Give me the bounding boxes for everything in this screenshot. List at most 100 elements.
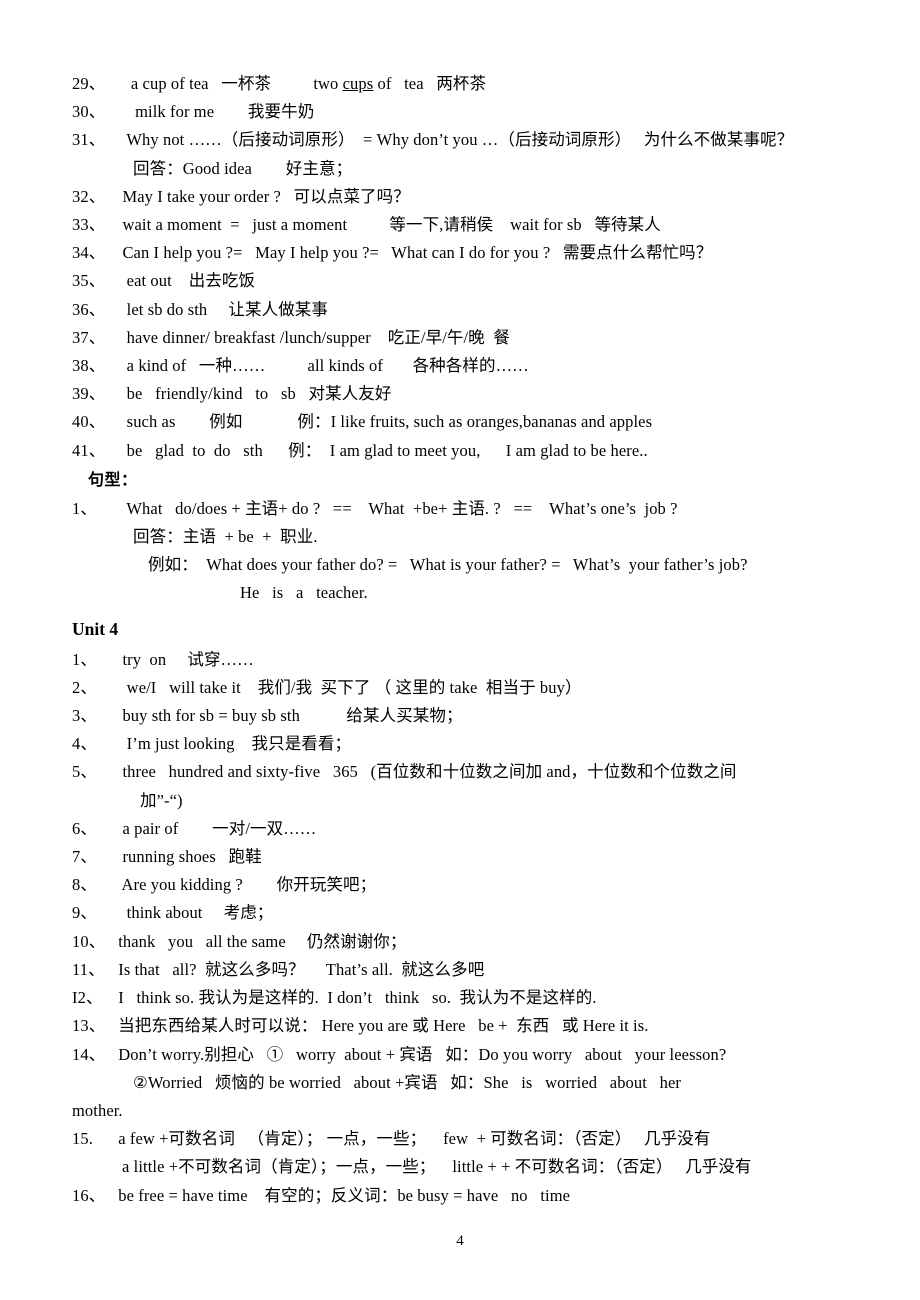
list-item: 41、 be glad to do sth 例： I am glad to me… — [72, 437, 862, 465]
item-text: Don’t worry.别担心 ① worry about + 宾语 如：Do … — [114, 1044, 727, 1064]
item-text: What do/does + 主语+ do ? == What +be+ 主语.… — [114, 498, 678, 518]
list-item-continuation: mother. — [72, 1097, 862, 1125]
item-number: 33、 — [72, 215, 106, 235]
item-number: 2、 — [72, 677, 97, 697]
item-number: 30、 — [72, 102, 106, 122]
document-page: 29、 a cup of tea 一杯茶 two cups of tea 两杯茶… — [0, 0, 920, 1300]
item-text: let sb do sth 让某人做某事 — [114, 299, 328, 319]
list-item: 33、 wait a moment = just a moment 等一下,请稍… — [72, 211, 862, 239]
item-text: Are you kidding ? 你开玩笑吧； — [114, 875, 377, 895]
list-item-continuation: 回答：主语 + be + 职业. — [72, 523, 862, 551]
item-number: 11、 — [72, 959, 105, 979]
list-item: 3、 buy sth for sb = buy sb sth 给某人买某物； — [72, 702, 862, 730]
list-item: 30、 milk for me 我要牛奶 — [72, 98, 862, 126]
list-item: 31、 Why not ……（后接动词原形） = Why don’t you …… — [72, 126, 862, 154]
item-text: May I take your order ? 可以点菜了吗？ — [114, 186, 410, 206]
item-text: ②Worried 烦恼的 be worried about +宾语 如：She … — [133, 1072, 681, 1092]
list-item: I2、 I think so. 我认为是这样的. I don’t think s… — [72, 984, 862, 1012]
list-item: 13、 当把东西给某人时可以说： Here you are 或 Here be … — [72, 1012, 862, 1040]
list-item: 16、 be free = have time 有空的；反义词：be busy … — [72, 1182, 862, 1210]
item-text: milk for me 我要牛奶 — [114, 102, 315, 122]
item-text: wait a moment = just a moment 等一下,请稍侯 wa… — [114, 215, 661, 235]
item-number: 6、 — [72, 818, 97, 838]
list-item: 1、 What do/does + 主语+ do ? == What +be+ … — [72, 495, 862, 523]
list-item-continuation: a little +不可数名词（肯定）；一点，一些； little + + 不可… — [72, 1153, 862, 1181]
list-item: 35、 eat out 出去吃饭 — [72, 267, 862, 295]
item-number: 41、 — [72, 440, 106, 460]
item-text: a kind of 一种…… all kinds of 各种各样的…… — [114, 356, 529, 376]
item-text: Is that all? 就这么多吗？ That’s all. 就这么多吧 — [114, 959, 485, 979]
item-number: 38、 — [72, 356, 106, 376]
sentence-patterns-block: 1、 What do/does + 主语+ do ? == What +be+ … — [72, 495, 862, 608]
item-number: 1、 — [72, 649, 97, 669]
item-number: 4、 — [72, 734, 97, 754]
item-text: be glad to do sth 例： I am glad to meet y… — [114, 440, 648, 460]
item-text: I think so. 我认为是这样的. I don’t think so. 我… — [114, 988, 597, 1008]
item-number: 31、 — [72, 130, 106, 150]
item-text: a few +可数名词 （肯定）； 一点，一些； few + 可数名词：（否定）… — [114, 1129, 711, 1149]
list-item: 39、 be friendly/kind to sb 对某人友好 — [72, 380, 862, 408]
list-item: 8、 Are you kidding ? 你开玩笑吧； — [72, 871, 862, 899]
item-text: Can I help you ?= May I help you ?= What… — [114, 243, 713, 263]
item-text: I’m just looking 我只是看看； — [114, 734, 352, 754]
item-number: 36、 — [72, 299, 106, 319]
item-text: mother. — [72, 1100, 123, 1120]
list-item: 34、 Can I help you ?= May I help you ?= … — [72, 239, 862, 267]
item-number: 8、 — [72, 875, 97, 895]
item-text-underlined: cups — [342, 74, 374, 93]
item-number: 1、 — [72, 498, 97, 518]
list-item: 38、 a kind of 一种…… all kinds of 各种各样的…… — [72, 352, 862, 380]
page-number: 4 — [456, 1233, 464, 1249]
item-number: 5、 — [72, 762, 97, 782]
item-number: 7、 — [72, 847, 97, 867]
unit-heading: Unit 4 — [72, 618, 119, 639]
item-text: eat out 出去吃饭 — [114, 271, 256, 291]
item-text: have dinner/ breakfast /lunch/supper 吃正/… — [114, 327, 510, 347]
list-item: 1、 try on 试穿…… — [72, 646, 862, 674]
item-text: 回答：Good idea 好主意； — [133, 158, 353, 178]
list-item: 9、 think about 考虑； — [72, 899, 862, 927]
list-item: 32、 May I take your order ? 可以点菜了吗？ — [72, 183, 862, 211]
unit4-entries-block: 1、 try on 试穿…… 2、 we/I will take it 我们/我… — [72, 646, 862, 1210]
item-number: 14、 — [72, 1044, 106, 1064]
item-number: 15. — [72, 1129, 93, 1149]
list-item: 29、 a cup of tea 一杯茶 two cups of tea 两杯茶 — [72, 70, 862, 98]
list-item: 14、 Don’t worry.别担心 ① worry about + 宾语 如… — [72, 1041, 862, 1069]
list-item: 36、 let sb do sth 让某人做某事 — [72, 296, 862, 324]
list-item-continuation: 加”-“) — [72, 787, 862, 815]
item-text: such as 例如 例：I like fruits, such as oran… — [114, 412, 653, 432]
item-text: three hundred and sixty-five 365 (百位数和十位… — [114, 762, 737, 782]
list-item: 2、 we/I will take it 我们/我 买下了 （ 这里的 take… — [72, 674, 862, 702]
item-text: 例如： What does your father do? = What is … — [148, 555, 748, 575]
item-text-after: of tea 两杯茶 — [373, 74, 487, 93]
item-text: 当把东西给某人时可以说： Here you are 或 Here be + 东西… — [114, 1016, 649, 1036]
item-number: 29、 — [72, 74, 106, 93]
item-number: 3、 — [72, 706, 97, 726]
list-item: 40、 such as 例如 例：I like fruits, such as … — [72, 408, 862, 436]
item-number: 34、 — [72, 243, 106, 263]
item-text: think about 考虑； — [114, 903, 274, 923]
item-text: a little +不可数名词（肯定）；一点，一些； little + + 不可… — [122, 1157, 752, 1177]
item-number: 37、 — [72, 327, 106, 347]
item-number: 32、 — [72, 186, 106, 206]
item-number: I2、 — [72, 988, 103, 1008]
item-text: 回答：主语 + be + 职业. — [133, 527, 318, 547]
item-number: 39、 — [72, 384, 106, 404]
item-text: be friendly/kind to sb 对某人友好 — [114, 384, 392, 404]
item-text: buy sth for sb = buy sb sth 给某人买某物； — [114, 706, 463, 726]
item-text: we/I will take it 我们/我 买下了 （ 这里的 take 相当… — [114, 677, 582, 697]
item-number: 13、 — [72, 1016, 106, 1036]
item-text: 加”-“) — [140, 790, 183, 810]
list-item: 11、 Is that all? 就这么多吗？ That’s all. 就这么多… — [72, 956, 862, 984]
list-item: 5、 three hundred and sixty-five 365 (百位数… — [72, 758, 862, 786]
item-number: 10、 — [72, 931, 106, 951]
item-text: be free = have time 有空的；反义词：be busy = ha… — [114, 1185, 571, 1205]
item-number: 16、 — [72, 1185, 106, 1205]
item-text: running shoes 跑鞋 — [114, 847, 262, 867]
list-item: 37、 have dinner/ breakfast /lunch/supper… — [72, 324, 862, 352]
list-item-continuation: ②Worried 烦恼的 be worried about +宾语 如：She … — [72, 1069, 862, 1097]
item-number: 40、 — [72, 412, 106, 432]
list-item: 7、 running shoes 跑鞋 — [72, 843, 862, 871]
list-item-continuation: 回答：Good idea 好主意； — [72, 155, 862, 183]
item-number: 35、 — [72, 271, 106, 291]
